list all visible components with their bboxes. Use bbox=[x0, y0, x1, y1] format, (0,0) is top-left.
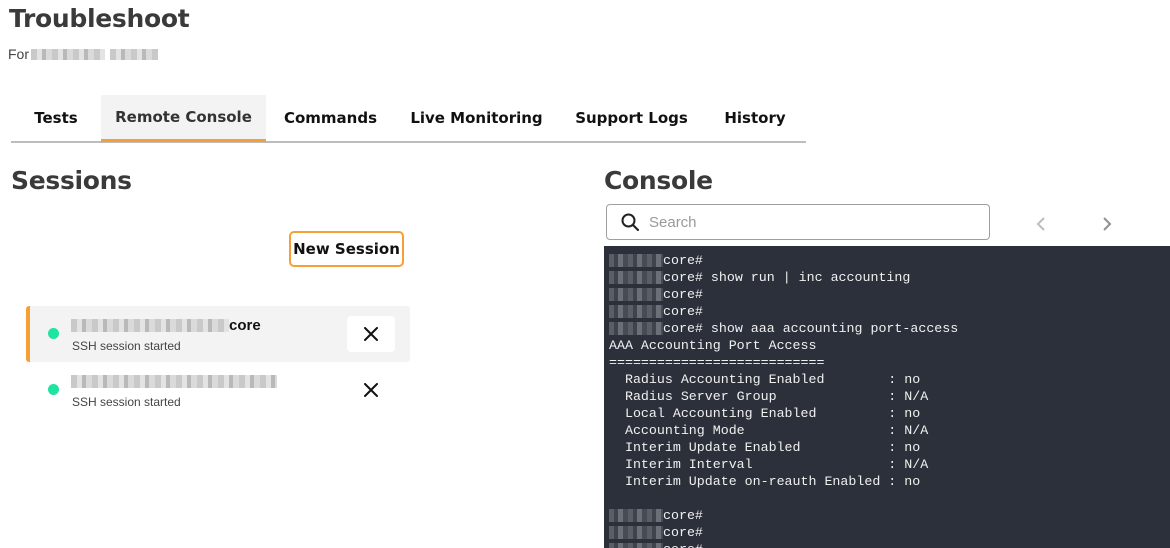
prev-match-button[interactable] bbox=[1033, 214, 1049, 234]
console-line-text: AAA Accounting Port Access bbox=[609, 338, 817, 353]
console-line: core# bbox=[604, 286, 1170, 303]
console-line-text: core# bbox=[663, 508, 703, 523]
console-line: =========================== bbox=[604, 354, 1170, 371]
console-line: core# bbox=[604, 303, 1170, 320]
console-line-text: core# show aaa accounting port-access bbox=[663, 321, 959, 336]
console-line-text: Interim Interval : N/A bbox=[609, 457, 929, 472]
close-session-button[interactable] bbox=[347, 316, 395, 352]
console-line-text: Radius Accounting Enabled : no bbox=[609, 372, 921, 387]
for-label: For bbox=[8, 46, 29, 62]
console-line: AAA Accounting Port Access bbox=[604, 337, 1170, 354]
new-session-button[interactable]: New Session bbox=[289, 231, 404, 267]
redacted-device-name-2 bbox=[110, 48, 158, 60]
console-line: Interim Interval : N/A bbox=[604, 456, 1170, 473]
tab-bar: Tests Remote Console Commands Live Monit… bbox=[11, 95, 806, 143]
session-name-suffix: core bbox=[229, 316, 261, 334]
tab-tests[interactable]: Tests bbox=[11, 95, 101, 141]
redacted-session-host bbox=[71, 374, 277, 388]
console-line: core# bbox=[604, 524, 1170, 541]
console-lines: core# core# show run | inc accounting core… bbox=[604, 252, 1170, 548]
console-line-text: Accounting Mode : N/A bbox=[609, 423, 929, 438]
console-line-text: Interim Update Enabled : no bbox=[609, 440, 921, 455]
console-line: Interim Update on-reauth Enabled : no bbox=[604, 473, 1170, 490]
console-line-text: core# show run | inc accounting bbox=[663, 270, 911, 285]
search-input[interactable] bbox=[649, 213, 969, 231]
console-line-text: core# bbox=[663, 253, 703, 268]
status-dot bbox=[48, 384, 59, 395]
session-item-2[interactable]: SSH session started bbox=[26, 362, 410, 418]
close-icon bbox=[364, 383, 378, 397]
status-dot bbox=[48, 328, 59, 339]
session-name bbox=[71, 372, 277, 390]
tab-live-monitoring[interactable]: Live Monitoring bbox=[395, 95, 558, 141]
redacted-hostname bbox=[609, 271, 663, 284]
chevron-left-icon bbox=[1036, 217, 1045, 231]
redacted-hostname bbox=[609, 288, 663, 301]
search-icon bbox=[621, 213, 639, 231]
console-line-text bbox=[609, 490, 617, 507]
console-line-text: core# bbox=[663, 304, 703, 319]
redacted-hostname bbox=[609, 509, 663, 522]
console-search bbox=[606, 204, 990, 240]
console-line: Local Accounting Enabled : no bbox=[604, 405, 1170, 422]
console-line: core# show aaa accounting port-access bbox=[604, 320, 1170, 337]
page-title: Troubleshoot bbox=[9, 4, 190, 33]
tab-remote-console[interactable]: Remote Console bbox=[101, 95, 266, 142]
console-title: Console bbox=[604, 166, 713, 195]
console-line: Interim Update Enabled : no bbox=[604, 439, 1170, 456]
redacted-hostname bbox=[609, 526, 663, 539]
console-line-text: Local Accounting Enabled : no bbox=[609, 406, 921, 421]
console-line: core# bbox=[604, 507, 1170, 524]
close-session-button[interactable] bbox=[347, 372, 395, 408]
console-line: Accounting Mode : N/A bbox=[604, 422, 1170, 439]
close-icon bbox=[364, 327, 378, 341]
console-line: Radius Server Group : N/A bbox=[604, 388, 1170, 405]
sessions-title: Sessions bbox=[11, 166, 132, 195]
console-line: core# bbox=[604, 252, 1170, 269]
console-line-text: core# bbox=[663, 541, 703, 548]
session-status: SSH session started bbox=[72, 395, 181, 409]
console-line bbox=[604, 490, 1170, 507]
redacted-hostname bbox=[609, 322, 663, 335]
redacted-hostname bbox=[609, 543, 663, 548]
tab-commands[interactable]: Commands bbox=[266, 95, 395, 141]
console-line: core# bbox=[604, 541, 1170, 548]
redacted-hostname bbox=[609, 305, 663, 318]
console-line-text: core# bbox=[663, 287, 703, 302]
session-name: core bbox=[71, 316, 261, 334]
page-subtitle: For bbox=[8, 46, 158, 62]
redacted-hostname bbox=[609, 254, 663, 267]
chevron-right-icon bbox=[1103, 217, 1112, 231]
tab-history[interactable]: History bbox=[705, 95, 805, 141]
redacted-device-name bbox=[31, 48, 105, 60]
console-line-text: =========================== bbox=[609, 355, 825, 370]
console-output[interactable]: core# core# show run | inc accounting core… bbox=[604, 246, 1170, 548]
console-line-text: core# bbox=[663, 525, 703, 540]
redacted-session-host bbox=[71, 318, 229, 332]
console-line-text: Radius Server Group : N/A bbox=[609, 389, 929, 404]
session-status: SSH session started bbox=[72, 339, 181, 353]
console-line: core# show run | inc accounting bbox=[604, 269, 1170, 286]
tab-support-logs[interactable]: Support Logs bbox=[558, 95, 705, 141]
session-item-1[interactable]: core SSH session started bbox=[26, 306, 410, 362]
console-line-text: Interim Update on-reauth Enabled : no bbox=[609, 474, 921, 489]
next-match-button[interactable] bbox=[1099, 214, 1115, 234]
console-line: Radius Accounting Enabled : no bbox=[604, 371, 1170, 388]
